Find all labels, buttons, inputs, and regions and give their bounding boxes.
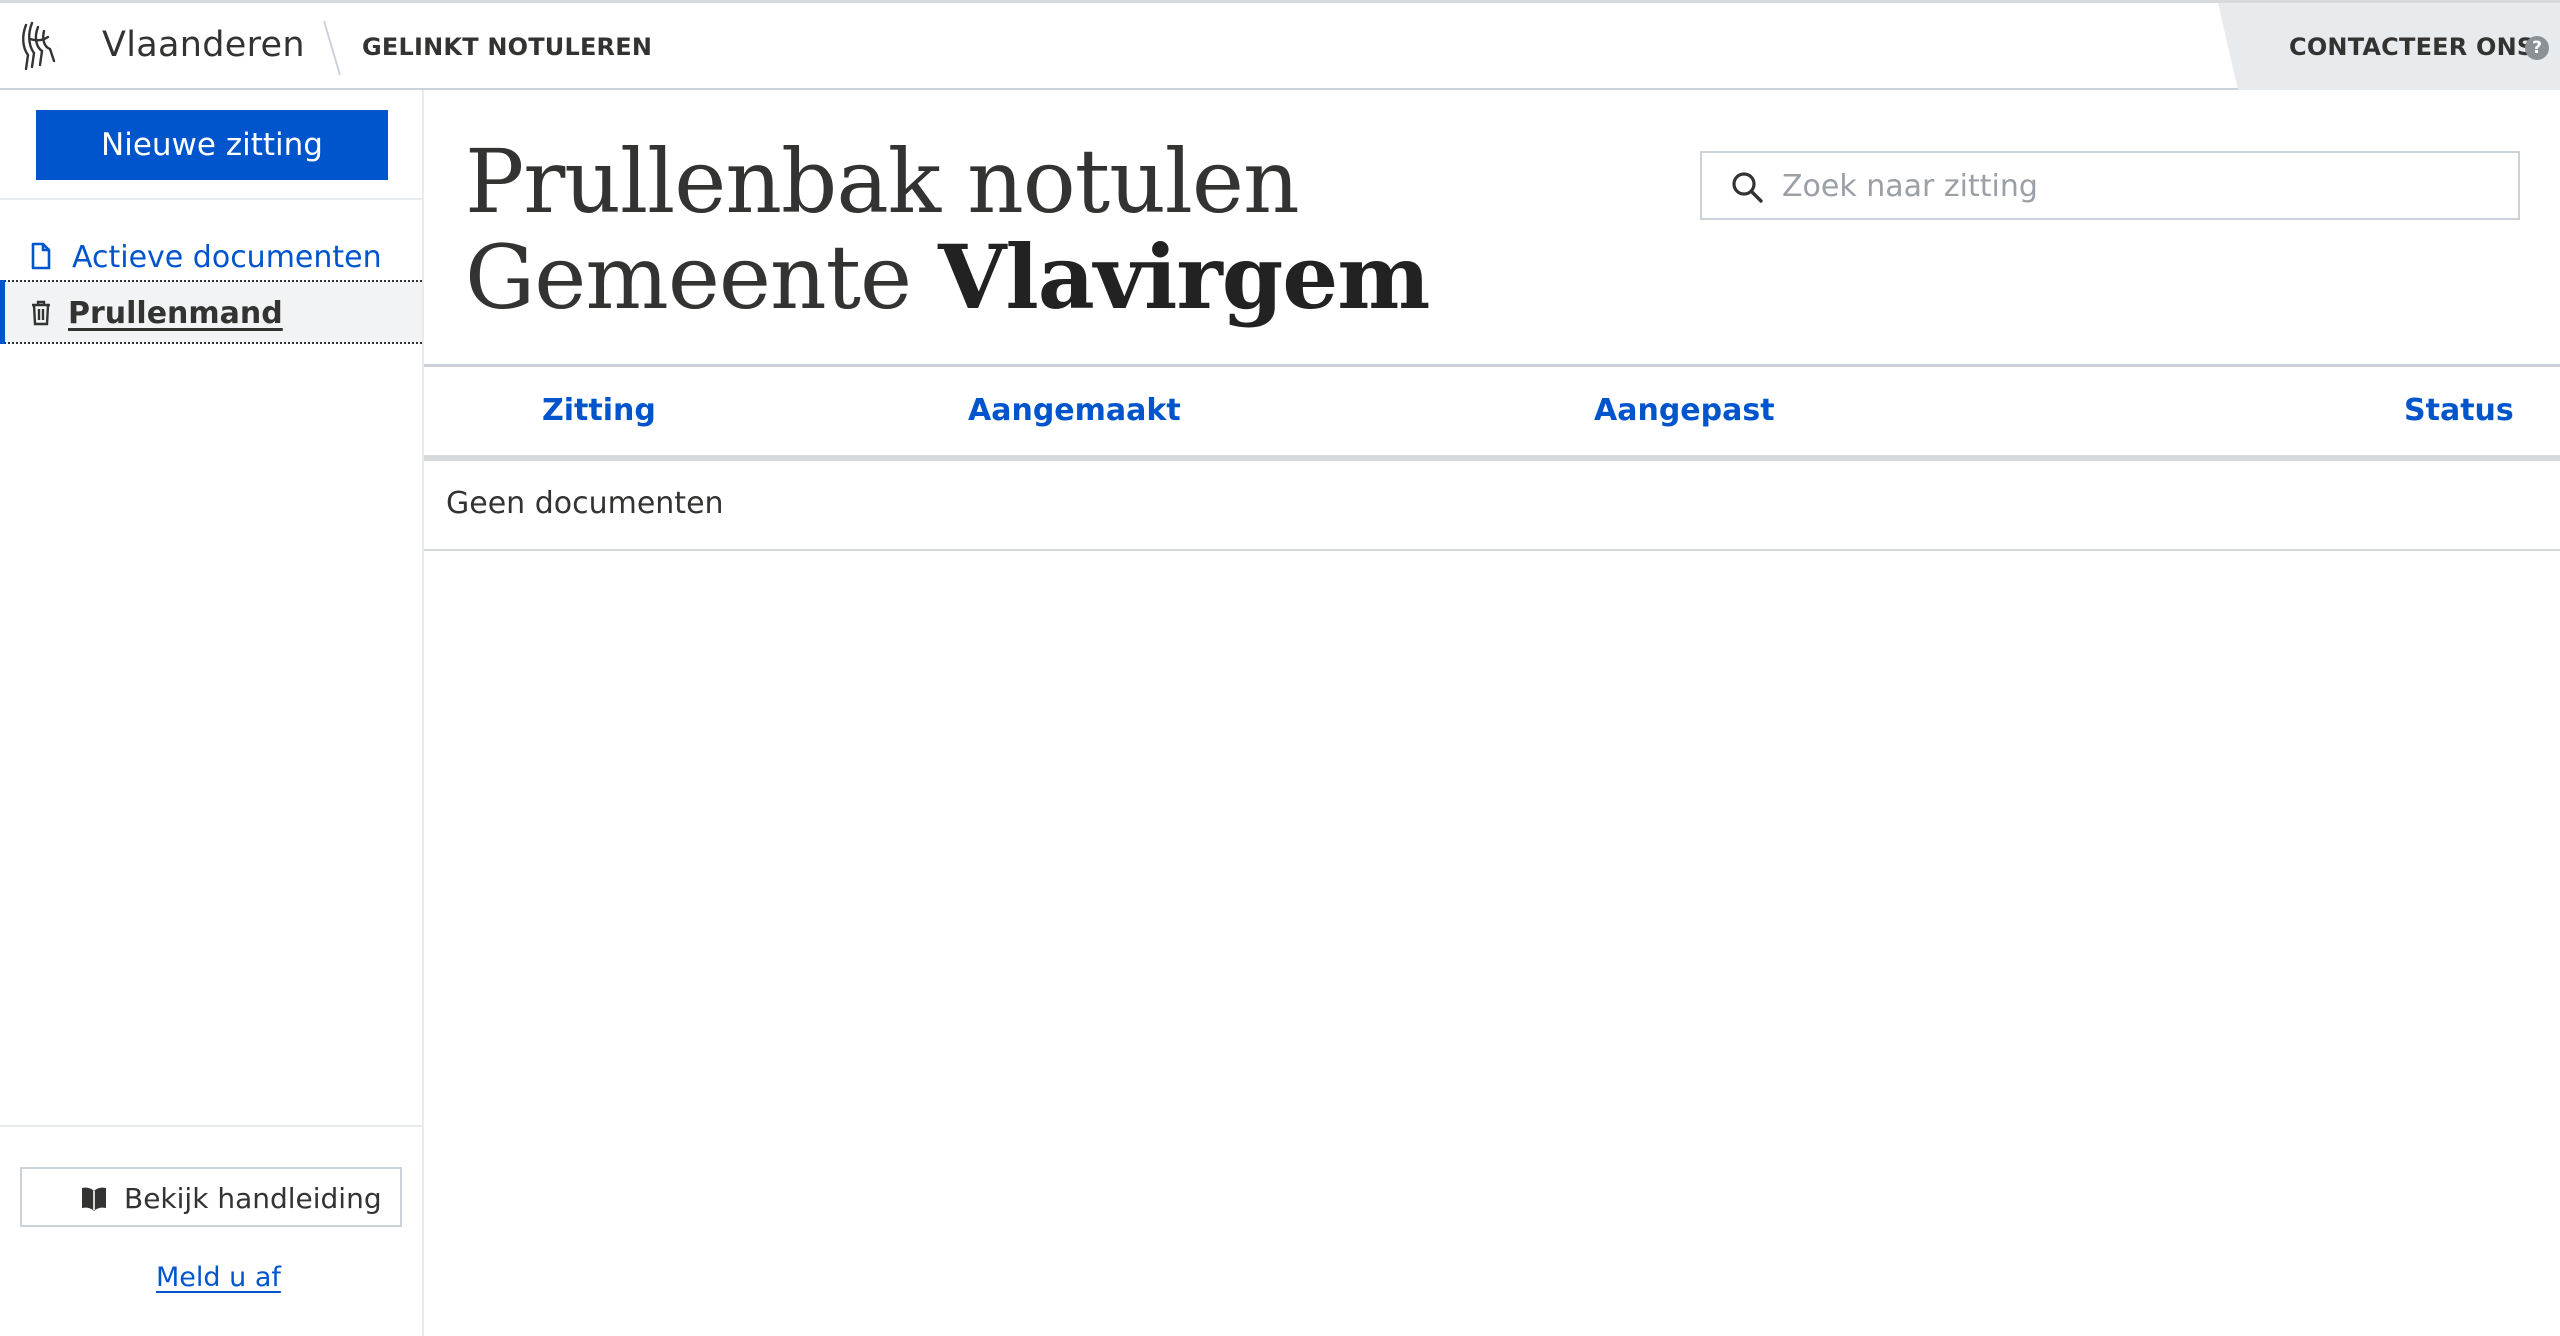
table-header-border: [424, 455, 2560, 461]
municipality-name: Vlavirgem: [938, 225, 1430, 329]
table-row-border: [424, 549, 2560, 551]
brand-name[interactable]: Vlaanderen: [102, 25, 305, 65]
new-session-button[interactable]: Nieuwe zitting: [36, 110, 388, 180]
column-header-zitting[interactable]: Zitting: [542, 393, 656, 428]
page-title-line2: Gemeente Vlavirgem: [465, 225, 1430, 329]
sidebar-item-active-documents[interactable]: Actieve documenten: [0, 226, 422, 288]
search-box[interactable]: [1700, 151, 2520, 220]
help-icon: ?: [2525, 36, 2549, 60]
header-separator: [323, 21, 341, 75]
sidebar-item-trash[interactable]: Prullenmand: [0, 280, 422, 344]
sidebar-divider: [0, 1125, 424, 1127]
search-input[interactable]: [1780, 163, 2504, 210]
manual-button[interactable]: Bekijk handleiding: [20, 1167, 402, 1227]
logo[interactable]: [0, 3, 70, 90]
top-header: Vlaanderen GELINKT NOTULEREN CONTACTEER …: [0, 0, 2560, 90]
column-header-aangemaakt[interactable]: Aangemaakt: [968, 393, 1181, 428]
search-icon: [1732, 172, 1763, 203]
contact-button[interactable]: CONTACTEER ONS ?: [2218, 3, 2560, 90]
column-header-aangepast[interactable]: Aangepast: [1594, 393, 1775, 428]
page-title-line1: Prullenbak notulen: [465, 130, 1300, 233]
app-title[interactable]: GELINKT NOTULEREN: [362, 33, 652, 61]
book-icon: [80, 1184, 108, 1216]
title-prefix: Gemeente: [465, 226, 939, 329]
logout-link[interactable]: Meld u af: [156, 1262, 281, 1293]
header-separator: [56, 43, 58, 50]
sidebar-item-label: Actieve documenten: [72, 240, 382, 275]
trash-icon: [30, 300, 52, 330]
sidebar: Nieuwe zitting Actieve documenten Prulle…: [0, 90, 424, 1336]
flemish-lion-logo-icon: [22, 21, 56, 71]
sidebar-item-label: Prullenmand: [68, 296, 283, 331]
table-top-border: [424, 364, 2560, 367]
empty-table-message: Geen documenten: [446, 486, 724, 521]
manual-label: Bekijk handleiding: [124, 1182, 382, 1215]
contact-label: CONTACTEER ONS: [2289, 33, 2535, 61]
column-header-status[interactable]: Status: [2404, 393, 2514, 428]
document-icon: [30, 242, 52, 274]
sidebar-divider: [0, 198, 424, 200]
